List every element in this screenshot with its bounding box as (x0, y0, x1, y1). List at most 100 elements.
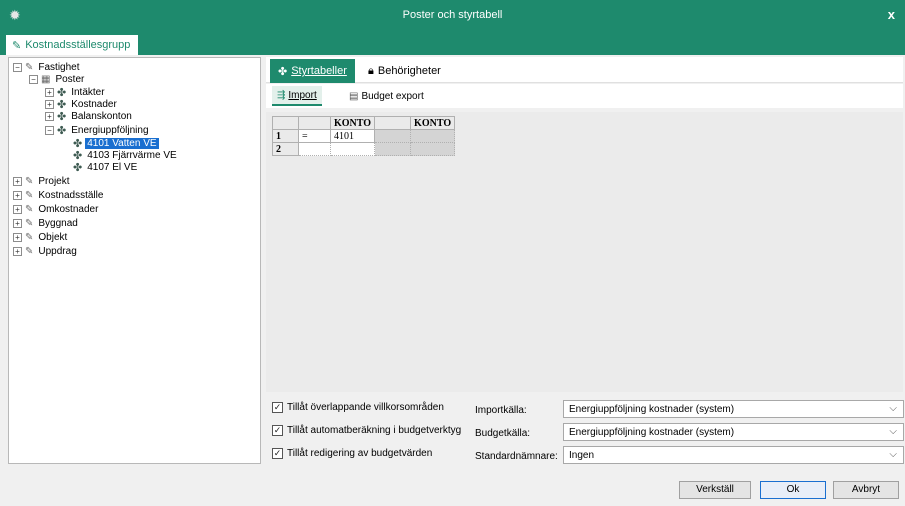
pencil-icon: ✎ (12, 39, 22, 52)
chevron-down-icon[interactable]: ⌵ (889, 426, 897, 437)
import-source-value: Energiuppföljning kostnader (system) (569, 404, 735, 415)
title-bar: ✹ Poster och styrtabell x (0, 0, 905, 31)
puzzle-icon: ✤ (57, 124, 67, 137)
tree-item-label: Omkostnader (38, 203, 99, 215)
tree-item-4103-fjarrvarme-ve[interactable]: ✤ 4103 Fjärrvärme VE (73, 149, 179, 162)
grid-column-header-empty (374, 116, 412, 130)
checkbox-checked-icon[interactable]: ✓ (272, 402, 283, 413)
konto-cell[interactable] (410, 142, 456, 156)
tab-behorigheter[interactable]: 🔒︎ Behörigheter (362, 59, 447, 83)
import-button[interactable]: ⇶ Import (272, 86, 322, 106)
sub-tab-bar: ✤ Styrtabeller 🔒︎ Behörigheter (266, 57, 903, 83)
operator-cell[interactable]: = (298, 129, 331, 143)
tree-item-uppdrag[interactable]: + ✎ Uppdrag (13, 245, 79, 257)
tab-kostnadsstallesgrupp[interactable]: ✎ Kostnadsställesgrupp (6, 35, 139, 55)
lock-icon: 🔒︎ (368, 64, 374, 77)
tree-item-intakter[interactable]: + ✤ Intäkter (45, 86, 107, 99)
tree-item-fastighet[interactable]: − ✎ Fastighet (13, 61, 82, 73)
tree-item-label: Kostnadsställe (38, 189, 104, 201)
checkbox-checked-icon[interactable]: ✓ (272, 425, 283, 436)
denominator-select[interactable]: Ingen ⌵ (563, 446, 904, 464)
tree-item-omkostnader[interactable]: + ✎ Omkostnader (13, 203, 100, 215)
window-title: Poster och styrtabell (402, 9, 503, 21)
row-number: 1 (272, 129, 299, 143)
cancel-button[interactable]: Avbryt (833, 481, 899, 499)
expand-toggle[interactable]: + (13, 246, 22, 256)
import-source-select[interactable]: Energiuppföljning kostnader (system) ⌵ (563, 400, 904, 418)
grid-column-header[interactable]: KONTO (329, 116, 376, 130)
edit-budget-checkbox[interactable]: ✓ Tillåt redigering av budgetvärden (272, 448, 432, 459)
tree-panel: − ✎ Fastighet − ▦ Poster + ✤ Intäkter + ✤ Kostna… (8, 57, 261, 464)
pencil-icon: ✎ (25, 217, 34, 229)
chevron-down-icon[interactable]: ⌵ (889, 449, 897, 460)
poster-icon: ▦ (41, 73, 51, 85)
tree-item-balanskonton[interactable]: + ✤ Balanskonton (45, 110, 134, 123)
konto-cell[interactable] (329, 142, 376, 156)
budget-source-value: Energiuppföljning kostnader (system) (569, 427, 735, 438)
operator-cell[interactable] (298, 142, 331, 156)
denominator-value: Ingen (569, 450, 595, 461)
import-source-label: Importkälla: (475, 405, 527, 416)
tree-item-kostnadsstalle[interactable]: + ✎ Kostnadsställe (13, 189, 105, 201)
pencil-icon: ✎ (25, 245, 34, 257)
konto-cell[interactable] (410, 129, 456, 143)
table-row[interactable]: 1 = 4101 (272, 129, 456, 143)
overlap-label: Tillåt överlappande villkorsområden (287, 402, 444, 413)
tab-styrtabeller[interactable]: ✤ Styrtabeller (270, 59, 355, 83)
expand-toggle[interactable]: + (13, 232, 22, 242)
row-number: 2 (272, 142, 299, 156)
budget-export-label: Budget export (361, 90, 424, 102)
import-icon: ⇶ (277, 89, 286, 101)
grid-column-header[interactable]: KONTO (410, 116, 456, 130)
budget-source-select[interactable]: Energiuppföljning kostnader (system) ⌵ (563, 423, 904, 441)
auto-calc-label: Tillåt automatberäkning i budgetverktyg (287, 425, 462, 436)
tree-item-label: Uppdrag (38, 245, 77, 257)
pencil-icon: ✎ (25, 61, 34, 73)
expand-toggle[interactable]: + (45, 87, 54, 97)
ok-button[interactable]: Ok (760, 481, 826, 499)
tree-item-label: Projekt (38, 175, 70, 187)
tree-item-objekt[interactable]: + ✎ Objekt (13, 231, 69, 243)
collapse-toggle[interactable]: − (13, 62, 22, 72)
collapse-toggle[interactable]: − (29, 74, 38, 84)
budget-export-button[interactable]: ▤ Budget export (344, 86, 429, 106)
tree-item-label: Kostnader (71, 98, 117, 110)
disabled-cell (374, 129, 412, 143)
table-row[interactable]: 2 (272, 142, 456, 156)
overlap-checkbox[interactable]: ✓ Tillåt överlappande villkorsområden (272, 402, 444, 413)
expand-toggle[interactable]: + (13, 218, 22, 228)
expand-toggle[interactable]: + (45, 111, 54, 121)
pencil-icon: ✎ (25, 189, 34, 201)
collapse-toggle[interactable]: − (45, 125, 54, 135)
styrtabell-grid[interactable]: KONTO KONTO 1 = 4101 2 (272, 116, 456, 156)
auto-calc-checkbox[interactable]: ✓ Tillåt automatberäkning i budgetverkty… (272, 425, 461, 436)
tree-item-label: 4103 Fjärrvärme VE (87, 149, 177, 161)
expand-toggle[interactable]: + (13, 190, 22, 200)
edit-budget-label: Tillåt redigering av budgetvärden (287, 448, 433, 459)
tree-item-byggnad[interactable]: + ✎ Byggnad (13, 217, 80, 229)
puzzle-icon: ✤ (73, 161, 83, 174)
tree-item-label: Poster (55, 73, 85, 85)
tree-item-label: Fastighet (38, 61, 80, 73)
tree-item-projekt[interactable]: + ✎ Projekt (13, 175, 72, 187)
tab-label: Behörigheter (377, 65, 441, 77)
expand-toggle[interactable]: + (13, 204, 22, 214)
checkbox-checked-icon[interactable]: ✓ (272, 448, 283, 459)
tree-item-4101-vatten-ve[interactable]: ✤ 4101 Vatten VE (73, 137, 159, 150)
tree-item-label: Objekt (38, 231, 68, 243)
tree-item-label: Balanskonton (71, 110, 132, 122)
close-button[interactable]: x (888, 7, 895, 22)
tree-item-energiuppfoljning[interactable]: − ✤ Energiuppföljning (45, 124, 151, 137)
chevron-down-icon[interactable]: ⌵ (889, 403, 897, 414)
tree-item-4107-el-ve[interactable]: ✤ 4107 El VE (73, 161, 139, 174)
apply-button[interactable]: Verkställ (679, 481, 751, 499)
tree-item-kostnader[interactable]: + ✤ Kostnader (45, 98, 119, 111)
konto-cell[interactable]: 4101 (329, 129, 376, 143)
disabled-cell (374, 142, 412, 156)
right-panel: ✤ Styrtabeller 🔒︎ Behörigheter ⇶ Import … (266, 57, 903, 390)
expand-toggle[interactable]: + (13, 176, 22, 186)
tree-item-label: 4107 El VE (87, 161, 138, 173)
expand-toggle[interactable]: + (45, 99, 54, 109)
grid-op-header (298, 116, 331, 130)
tree-item-poster[interactable]: − ▦ Poster (29, 73, 86, 85)
